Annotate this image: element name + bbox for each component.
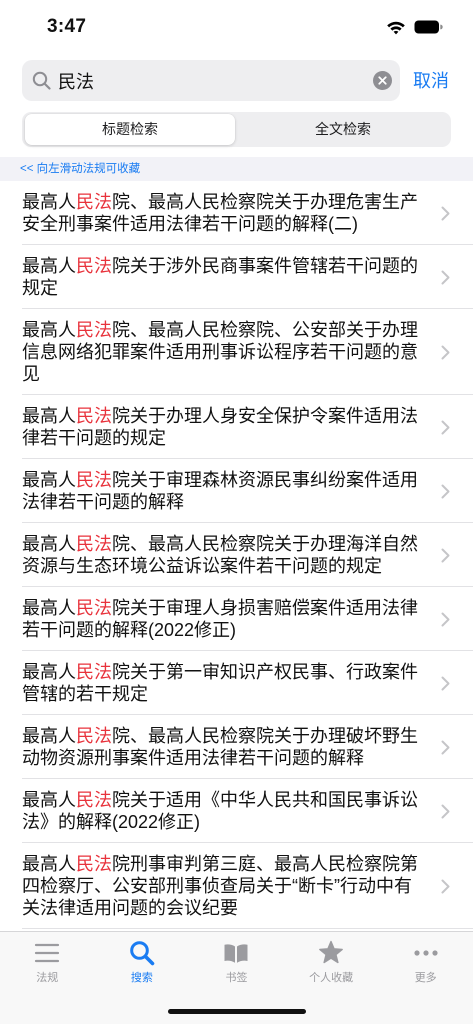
result-title: 最高人民法院、最高人民检察院、公安部关于办理信息网络犯罪案件适用刑事诉讼程序若干…: [22, 319, 422, 385]
result-title-match: 民法: [76, 192, 112, 212]
result-title-text: 最高人: [22, 256, 76, 276]
battery-icon: [414, 20, 443, 34]
result-title-match: 民法: [76, 662, 112, 682]
result-title: 最高人民法院关于审理森林资源民事纠纷案件适用法律若干问题的解释: [22, 469, 422, 513]
result-title-text: 最高人: [22, 534, 76, 554]
result-title-match: 民法: [76, 790, 112, 810]
home-indicator[interactable]: [168, 1009, 306, 1014]
result-title-match: 民法: [76, 320, 112, 340]
tab-bookmarks[interactable]: 书签: [189, 932, 284, 992]
result-row[interactable]: 最高人民法院关于第一审知识产权民事、行政案件管辖的若干规定: [0, 651, 473, 715]
result-row[interactable]: 最高人民法院、最高人民检察院关于办理危害生产安全刑事案件适用法律若干问题的解释(…: [0, 181, 473, 245]
search-icon: [130, 941, 155, 966]
star-icon: [319, 940, 343, 964]
result-title-match: 民法: [76, 726, 112, 746]
result-row[interactable]: 最高人民法院刑事审判第三庭、最高人民检察院第四检察厅、公安部刑事侦查局关于“断卡…: [0, 843, 473, 929]
result-title: 最高人民法院关于办理人身安全保护令案件适用法律若干问题的规定: [22, 405, 422, 449]
search-icon: [32, 71, 51, 90]
result-title-text: 最高人: [22, 854, 76, 874]
result-title: 最高人民法院、最高人民检察院关于办理海洋自然资源与生态环境公益诉讼案件若干问题的…: [22, 533, 422, 577]
swipe-hint-text: << 向左滑动法规可收藏: [20, 163, 141, 175]
result-row[interactable]: 最高人民法院、最高人民检察院关于办理破坏野生动物资源刑事案件适用法律若干问题的解…: [0, 715, 473, 779]
chevron-right-icon: [441, 740, 450, 754]
search-mode-segmented-control: 标题检索 全文检索: [22, 112, 451, 147]
chevron-right-icon: [441, 548, 450, 562]
book-icon: [224, 944, 248, 963]
tab-label: 搜索: [130, 972, 153, 984]
result-row[interactable]: 最高人民法院关于审理森林资源民事纠纷案件适用法律若干问题的解释: [0, 459, 473, 523]
result-row[interactable]: 最高人民法院关于审理人身损害赔偿案件适用法律若干问题的解释(2022修正): [0, 587, 473, 651]
result-title: 最高人民法院关于适用《中华人民共和国民事诉讼法》的解释(2022修正): [22, 789, 422, 833]
result-row[interactable]: 最高人民法院关于涉外民商事案件管辖若干问题的规定: [0, 245, 473, 309]
clear-icon[interactable]: [373, 71, 392, 90]
chevron-right-icon: [441, 612, 450, 626]
chevron-right-icon: [441, 270, 450, 284]
status-bar: 3:47: [0, 0, 473, 50]
list-icon: [35, 943, 60, 963]
result-title-text: 最高人: [22, 662, 76, 682]
search-field[interactable]: [22, 60, 400, 101]
search-input[interactable]: [58, 60, 358, 101]
segment-fulltext-search[interactable]: 全文检索: [238, 114, 448, 145]
chevron-right-icon: [441, 804, 450, 818]
swipe-hint-bar: << 向左滑动法规可收藏: [0, 157, 473, 181]
result-title: 最高人民法院关于涉外民商事案件管辖若干问题的规定: [22, 255, 422, 299]
tab-more[interactable]: 更多: [378, 932, 473, 992]
result-row[interactable]: 最高人民法院、最高人民检察院关于办理海洋自然资源与生态环境公益诉讼案件若干问题的…: [0, 523, 473, 587]
tab-search[interactable]: 搜索: [95, 932, 190, 992]
tab-laws[interactable]: 法规: [0, 932, 95, 992]
result-title-text: 最高人: [22, 598, 76, 618]
result-title-text: 最高人: [22, 406, 76, 426]
chevron-right-icon: [441, 420, 450, 434]
result-title-text: 最高人: [22, 192, 76, 212]
tab-label: 法规: [36, 972, 59, 984]
result-title: 最高人民法院关于审理人身损害赔偿案件适用法律若干问题的解释(2022修正): [22, 597, 422, 641]
wifi-icon: [387, 21, 405, 35]
result-title: 最高人民法院、最高人民检察院关于办理破坏野生动物资源刑事案件适用法律若干问题的解…: [22, 725, 422, 769]
tab-label: 更多: [414, 972, 437, 984]
result-row[interactable]: 最高人民法院、最高人民检察院、公安部关于办理信息网络犯罪案件适用刑事诉讼程序若干…: [0, 309, 473, 395]
segment-title-search[interactable]: 标题检索: [25, 114, 235, 145]
result-title-match: 民法: [76, 256, 112, 276]
result-title-text: 最高人: [22, 726, 76, 746]
result-title: 最高人民法院刑事审判第三庭、最高人民检察院第四检察厅、公安部刑事侦查局关于“断卡…: [22, 853, 422, 919]
result-title-match: 民法: [76, 470, 112, 490]
result-title: 最高人民法院关于第一审知识产权民事、行政案件管辖的若干规定: [22, 661, 422, 705]
chevron-right-icon: [441, 206, 450, 220]
tab-label: 书签: [225, 972, 248, 984]
tab-label: 个人收藏: [309, 972, 354, 984]
cancel-button[interactable]: 取消: [413, 69, 449, 93]
more-icon: [414, 950, 438, 956]
result-title-match: 民法: [76, 598, 112, 618]
chevron-right-icon: [441, 345, 450, 359]
results-list[interactable]: 最高人民法院、最高人民检察院关于办理危害生产安全刑事案件适用法律若干问题的解释(…: [0, 181, 473, 931]
result-row[interactable]: 最高人民法院关于适用《中华人民共和国民事诉讼法》的解释(2022修正): [0, 779, 473, 843]
result-title-match: 民法: [76, 854, 112, 874]
result-title-text: 最高人: [22, 320, 76, 340]
chevron-right-icon: [441, 676, 450, 690]
result-title: 最高人民法院、最高人民检察院关于办理危害生产安全刑事案件适用法律若干问题的解释(…: [22, 191, 422, 235]
result-row[interactable]: 最高人民法院关于办理人身安全保护令案件适用法律若干问题的规定: [0, 395, 473, 459]
result-title-text: 最高人: [22, 470, 76, 490]
tab-favorites[interactable]: 个人收藏: [284, 932, 379, 992]
chevron-right-icon: [441, 484, 450, 498]
result-title-text: 最高人: [22, 790, 76, 810]
result-title-match: 民法: [76, 534, 112, 554]
status-time: 3:47: [47, 16, 87, 37]
chevron-right-icon: [441, 879, 450, 893]
result-title-match: 民法: [76, 406, 112, 426]
